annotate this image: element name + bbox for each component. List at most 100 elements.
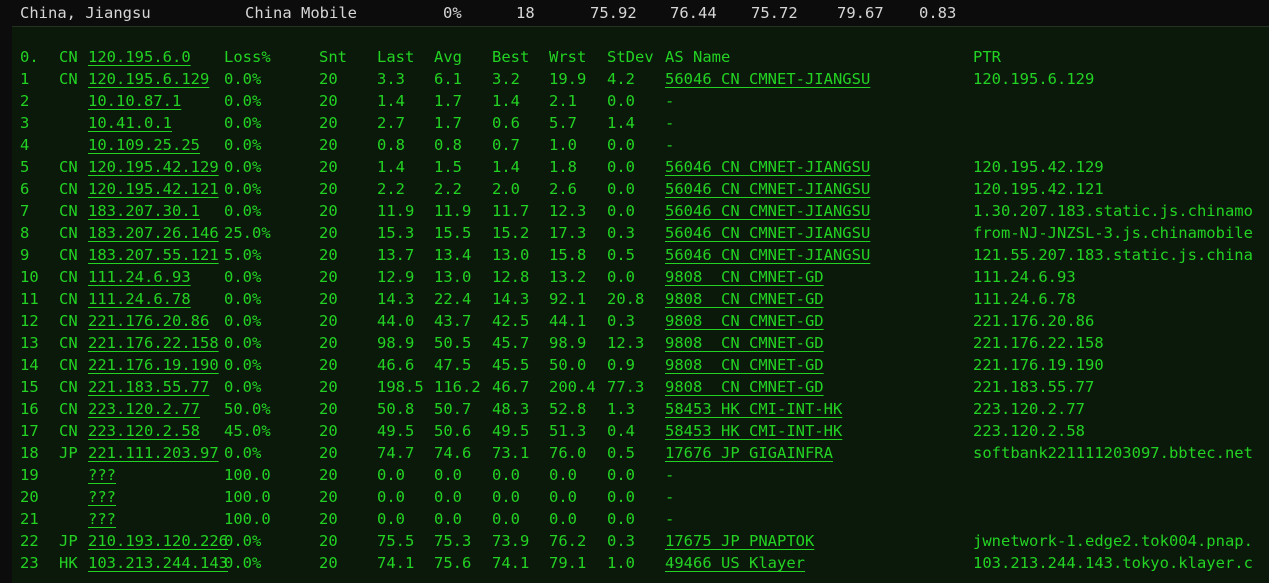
- ptr-value: from-NJ-JNZSL-3.js.chinamobile: [973, 224, 1253, 242]
- last-value: 0.0: [377, 466, 405, 484]
- hop-number: 19: [20, 466, 39, 484]
- hop-row: 15 CN 221.183.55.77 0.0% 20 198.5 116.2 46.7 200…: [12, 376, 1269, 398]
- host-link[interactable]: ???: [88, 464, 116, 486]
- stdev-value: 0.0: [607, 180, 635, 198]
- sent-value: 20: [319, 290, 338, 308]
- host-link[interactable]: 183.207.26.146: [88, 222, 219, 244]
- loss-value: 100.0: [224, 466, 271, 484]
- hop-row: 16 CN 223.120.2.77 50.0% 20 50.8 50.7 48.3 52.8 1…: [12, 398, 1269, 420]
- sent-value: 20: [319, 488, 338, 506]
- header-loss: Loss%: [224, 48, 271, 66]
- loss-value: 5.0%: [224, 246, 262, 264]
- host-link[interactable]: 120.195.6.129: [88, 68, 209, 90]
- stdev-value: 0.5: [607, 246, 635, 264]
- hop-row: 2 10.10.87.1 0.0% 20 1.4 1.7 1.4 2.1 0.0 -: [12, 90, 1269, 112]
- best-value: 15.2: [492, 224, 530, 242]
- last-value: 12.9: [377, 268, 415, 286]
- as-name-link[interactable]: 9808 CN CMNET-GD: [665, 310, 824, 332]
- header-snt: Snt: [319, 48, 347, 66]
- last-value: 0.0: [377, 488, 405, 506]
- hop-number: 9: [20, 246, 30, 264]
- worst-value: 79.1: [549, 554, 587, 572]
- as-name-link[interactable]: 56046 CN CMNET-JIANGSU: [665, 68, 870, 90]
- as-name-link[interactable]: 56046 CN CMNET-JIANGSU: [665, 200, 870, 222]
- last-value: 44.0: [377, 312, 415, 330]
- host-link[interactable]: ???: [88, 486, 116, 508]
- as-name-link[interactable]: 9808 CN CMNET-GD: [665, 288, 824, 310]
- best-value: 45.7: [492, 334, 530, 352]
- hop-number: 8: [20, 224, 30, 242]
- host-link[interactable]: 221.176.20.86: [88, 310, 209, 332]
- host-link[interactable]: 223.120.2.77: [88, 398, 200, 420]
- ptr-value: 223.120.2.58: [973, 422, 1085, 440]
- as-name-link[interactable]: 56046 CN CMNET-JIANGSU: [665, 222, 870, 244]
- as-name-link[interactable]: 9808 CN CMNET-GD: [665, 354, 824, 376]
- host-link[interactable]: 221.176.22.158: [88, 332, 219, 354]
- as-name-link[interactable]: 56046 CN CMNET-JIANGSU: [665, 178, 870, 200]
- hop-row: 11 CN 111.24.6.78 0.0% 20 14.3 22.4 14.3 92.1 20.…: [12, 288, 1269, 310]
- host-link[interactable]: ???: [88, 508, 116, 530]
- host-link[interactable]: 183.207.30.1: [88, 200, 200, 222]
- last-value: 50.8: [377, 400, 415, 418]
- as-name-link[interactable]: 56046 CN CMNET-JIANGSU: [665, 156, 870, 178]
- as-name-link[interactable]: 9808 CN CMNET-GD: [665, 376, 824, 398]
- as-name-link[interactable]: 58453 HK CMI-INT-HK: [665, 420, 842, 442]
- worst-value: 44.1: [549, 312, 587, 330]
- host-link[interactable]: 120.195.42.129: [88, 156, 219, 178]
- stdev-value: 0.0: [607, 136, 635, 154]
- hop-number: 17: [20, 422, 39, 440]
- host-link[interactable]: 210.193.120.226: [88, 530, 228, 552]
- host-link[interactable]: 221.111.203.97: [88, 442, 219, 464]
- as-name-link[interactable]: 9808 CN CMNET-GD: [665, 332, 824, 354]
- as-name-link[interactable]: 9808 CN CMNET-GD: [665, 266, 824, 288]
- host-link[interactable]: 221.176.19.190: [88, 354, 219, 376]
- worst-value: 51.3: [549, 422, 587, 440]
- host-link[interactable]: 10.109.25.25: [88, 134, 200, 156]
- ptr-value: 221.183.55.77: [973, 378, 1095, 396]
- as-name-link[interactable]: 17675 JP PNAPTOK: [665, 530, 814, 552]
- as-name-link: -: [665, 136, 675, 154]
- best-value: 13.0: [492, 246, 530, 264]
- country-code: CN: [59, 356, 78, 374]
- country-code: CN: [59, 334, 78, 352]
- stdev-value: 0.5: [607, 444, 635, 462]
- host-link[interactable]: 111.24.6.93: [88, 266, 191, 288]
- last-value: 46.6: [377, 356, 415, 374]
- best-value: 0.7: [492, 136, 520, 154]
- avg-value: 2.2: [434, 180, 462, 198]
- worst-value: 17.3: [549, 224, 587, 242]
- ptr-value: 223.120.2.77: [973, 400, 1085, 418]
- host-link[interactable]: 120.195.42.121: [88, 178, 219, 200]
- as-name-link[interactable]: 17676 JP GIGAINFRA: [665, 442, 833, 464]
- as-name-link[interactable]: 58453 HK CMI-INT-HK: [665, 398, 842, 420]
- hop-row: 5 CN 120.195.42.129 0.0% 20 1.4 1.5 1.4 1.8 0.0 56…: [12, 156, 1269, 178]
- hop-number: 5: [20, 158, 30, 176]
- country-code: CN: [59, 70, 78, 88]
- avg-value: 50.5: [434, 334, 472, 352]
- sent-value: 20: [319, 510, 338, 528]
- sent-value: 20: [319, 554, 338, 572]
- header-wrst: Wrst: [549, 48, 587, 66]
- host-link[interactable]: 223.120.2.58: [88, 420, 200, 442]
- hop-row: 22 JP 210.193.120.226 0.0% 20 75.5 75.3 73.9 76.…: [12, 530, 1269, 552]
- hop-row: 6 CN 120.195.42.121 0.0% 20 2.2 2.2 2.0 2.6 0.0 56…: [12, 178, 1269, 200]
- country-code: CN: [59, 378, 78, 396]
- host-link[interactable]: 103.213.244.143: [88, 552, 228, 574]
- country-code: CN: [59, 290, 78, 308]
- host-link[interactable]: 221.183.55.77: [88, 376, 209, 398]
- hop-number: 12: [20, 312, 39, 330]
- sent-value: 20: [319, 158, 338, 176]
- host-link[interactable]: 10.41.0.1: [88, 112, 172, 134]
- as-name-link[interactable]: 49466 US Klayer: [665, 552, 805, 574]
- stdev-value: 0.3: [607, 532, 635, 550]
- header-host[interactable]: 120.195.6.0: [88, 46, 191, 68]
- ptr-value: 120.195.6.129: [973, 70, 1095, 88]
- host-link[interactable]: 10.10.87.1: [88, 90, 181, 112]
- as-name-link[interactable]: 56046 CN CMNET-JIANGSU: [665, 244, 870, 266]
- best-value: 45.5: [492, 356, 530, 374]
- host-link[interactable]: 183.207.55.121: [88, 244, 219, 266]
- hop-number: 11: [20, 290, 39, 308]
- last-value: 2.7: [377, 114, 405, 132]
- loss-value: 25.0%: [224, 224, 271, 242]
- host-link[interactable]: 111.24.6.78: [88, 288, 191, 310]
